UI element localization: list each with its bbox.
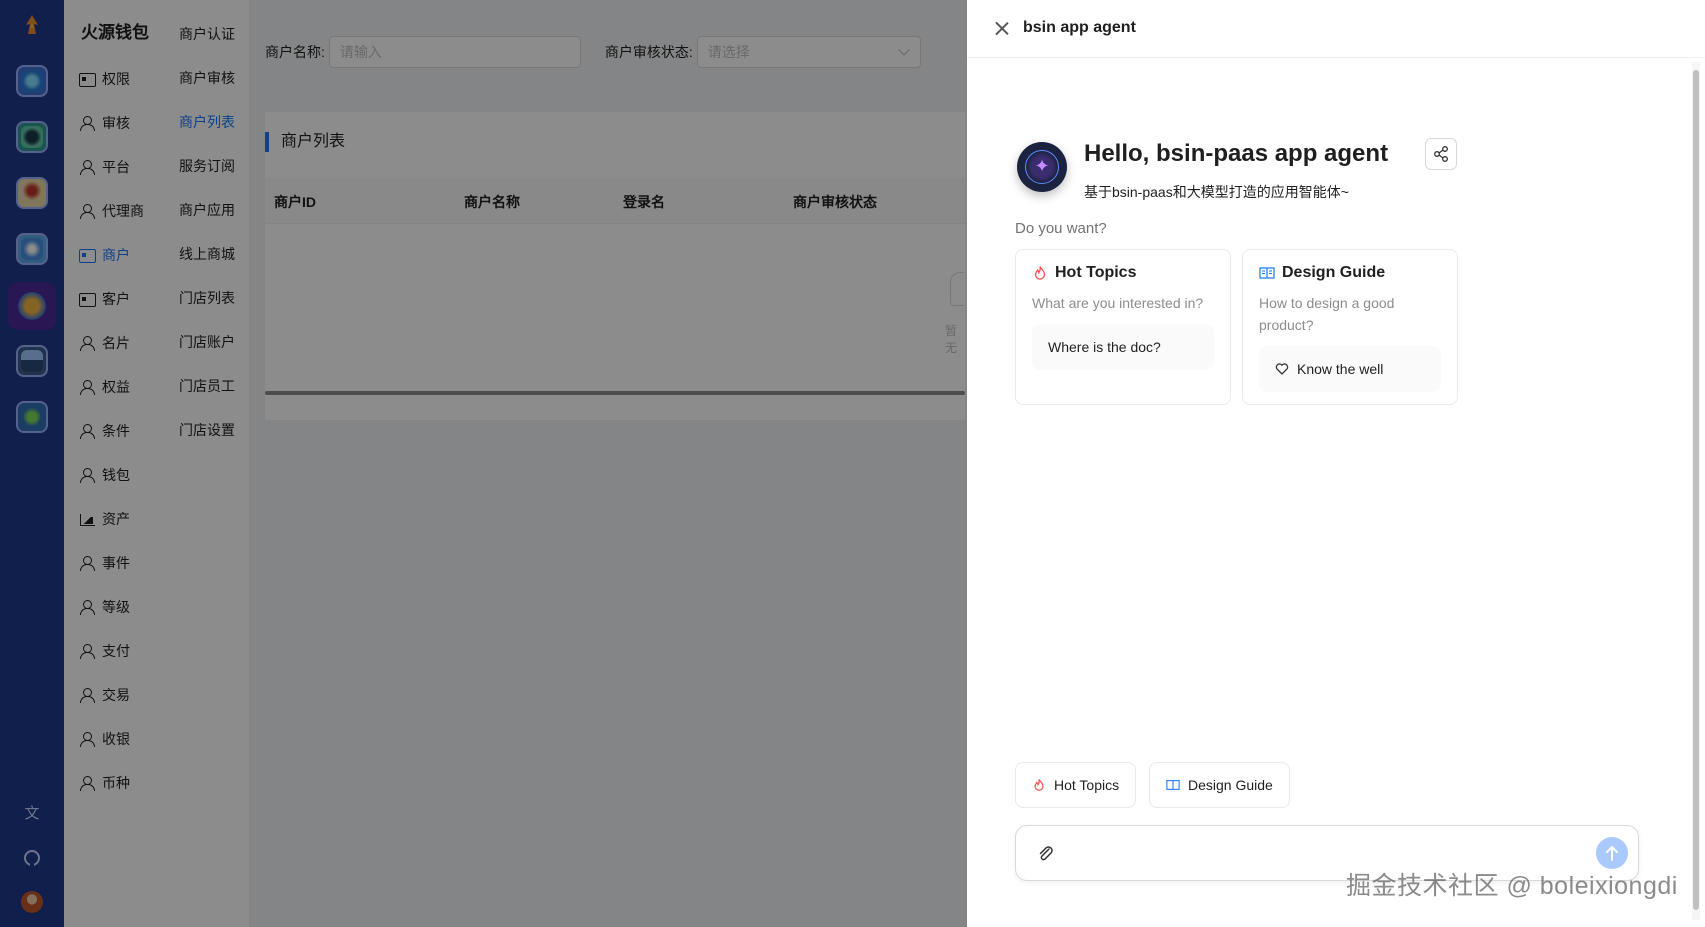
share-icon	[1434, 146, 1448, 162]
drawer-mask[interactable]	[0, 0, 967, 927]
chip-design-guide[interactable]: Design Guide	[1149, 762, 1290, 808]
fire-icon	[1034, 779, 1044, 791]
read-icon	[1166, 780, 1180, 790]
paperclip-icon[interactable]	[1036, 844, 1056, 864]
heart-icon	[1275, 363, 1289, 375]
prompt-card-desc: How to design a good product?	[1259, 295, 1395, 333]
prompt-card-title: Hot Topics	[1055, 264, 1137, 281]
send-button[interactable]	[1596, 837, 1628, 869]
chip-label: Design Guide	[1188, 777, 1273, 793]
close-icon[interactable]	[993, 20, 1011, 38]
prompt-card-design-guide: Design Guide How to design a good produc…	[1242, 249, 1458, 405]
vertical-scrollbar[interactable]	[1692, 62, 1700, 920]
welcome-subtitle: 基于bsin-paas和大模型打造的应用智能体~	[1084, 184, 1349, 200]
fire-icon	[1034, 266, 1046, 280]
prompts-heading: Do you want?	[1015, 220, 1107, 237]
drawer-title: bsin app agent	[1023, 19, 1136, 36]
prompt-item-know-the-well[interactable]: Know the well	[1259, 346, 1441, 392]
prompt-item-label: Where is the doc?	[1048, 339, 1161, 355]
prompt-card-hot-topics: Hot Topics What are you interested in? W…	[1015, 249, 1231, 405]
chip-hot-topics[interactable]: Hot Topics	[1015, 762, 1137, 808]
welcome-title: Hello, bsin-paas app agent	[1084, 140, 1389, 167]
arrow-up-icon	[1606, 846, 1618, 861]
drawer-header: bsin app agent	[967, 0, 1705, 58]
prompt-card-title: Design Guide	[1282, 264, 1386, 281]
prompt-item-label: Know the well	[1297, 361, 1384, 377]
prompt-item-where-is-doc[interactable]: Where is the doc?	[1032, 324, 1214, 370]
read-icon	[1259, 267, 1275, 279]
prompt-card-desc: What are you interested in?	[1032, 295, 1204, 311]
agent-drawer: bsin app agent ✦ Hello, bsin-paas app ag…	[967, 0, 1705, 927]
scrollbar-thumb[interactable]	[1693, 70, 1699, 910]
agent-avatar-icon: ✦	[1017, 142, 1067, 192]
prompt-card-header: Hot Topics	[1032, 264, 1136, 282]
chip-label: Hot Topics	[1054, 777, 1120, 793]
share-button[interactable]	[1425, 138, 1457, 170]
watermark-text: 掘金技术社区 @ boleixiongdi	[1346, 872, 1678, 900]
prompt-card-header: Design Guide	[1259, 264, 1385, 282]
